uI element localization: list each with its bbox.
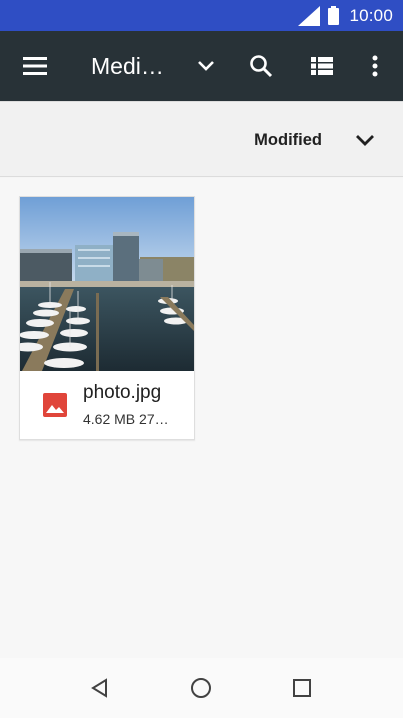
home-button[interactable] bbox=[181, 670, 221, 706]
menu-icon bbox=[23, 57, 47, 75]
more-options-button[interactable] bbox=[351, 31, 399, 101]
recents-icon bbox=[293, 679, 311, 697]
app-toolbar: Medi… bbox=[0, 31, 403, 101]
battery-icon bbox=[328, 6, 340, 25]
file-info: photo.jpg 4.62 MB 27… bbox=[20, 371, 194, 439]
status-time: 10:00 bbox=[349, 5, 393, 25]
file-card[interactable]: photo.jpg 4.62 MB 27… bbox=[19, 196, 195, 440]
chevron-down-icon bbox=[198, 61, 214, 71]
back-icon bbox=[91, 678, 107, 698]
search-icon bbox=[250, 55, 273, 78]
file-grid: photo.jpg 4.62 MB 27… bbox=[0, 178, 403, 658]
toolbar-title[interactable]: Medi… bbox=[91, 31, 171, 101]
roots-dropdown-button[interactable] bbox=[182, 31, 230, 101]
sort-bar: Modified bbox=[0, 101, 403, 177]
home-icon bbox=[191, 678, 211, 698]
signal-icon bbox=[298, 5, 321, 26]
image-icon bbox=[43, 393, 67, 417]
chevron-down-icon[interactable] bbox=[353, 128, 377, 152]
more-vert-icon bbox=[372, 55, 378, 77]
list-view-icon bbox=[311, 57, 333, 75]
search-button[interactable] bbox=[237, 31, 285, 101]
menu-button[interactable] bbox=[11, 31, 59, 101]
sort-label[interactable]: Modified bbox=[254, 102, 322, 178]
file-name: photo.jpg bbox=[83, 382, 162, 403]
recents-button[interactable] bbox=[282, 670, 322, 706]
back-button[interactable] bbox=[80, 670, 120, 706]
status-bar: 10:00 bbox=[0, 0, 403, 31]
photo-thumbnail bbox=[20, 197, 194, 371]
system-nav-bar bbox=[0, 658, 403, 718]
file-meta: 4.62 MB 27… bbox=[83, 411, 169, 427]
list-view-button[interactable] bbox=[298, 31, 346, 101]
